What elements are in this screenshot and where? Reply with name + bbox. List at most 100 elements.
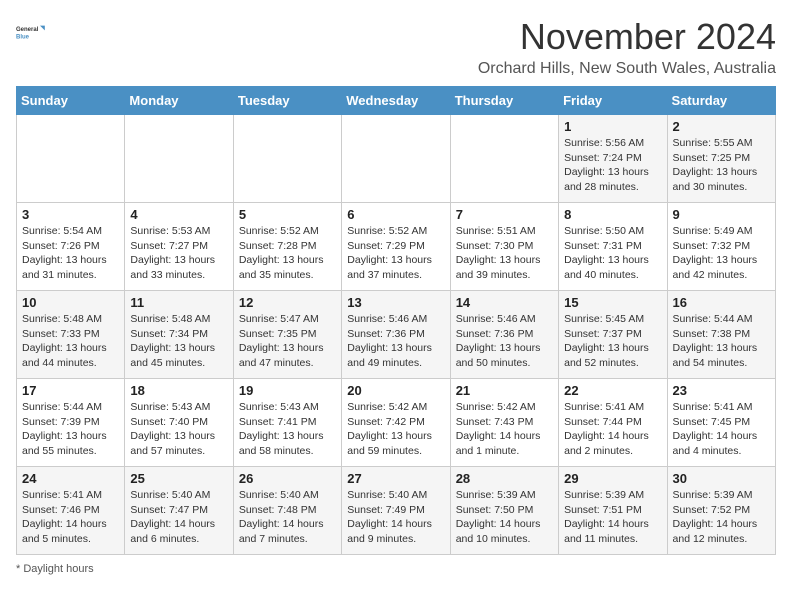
day-number: 18 (130, 383, 227, 398)
calendar-cell: 23 Sunrise: 5:41 AM Sunset: 7:45 PM Dayli… (667, 379, 775, 467)
calendar-cell: 10 Sunrise: 5:48 AM Sunset: 7:33 PM Dayli… (17, 291, 125, 379)
day-info: Sunrise: 5:54 AM Sunset: 7:26 PM Dayligh… (22, 224, 119, 283)
calendar-cell: 14Sunrise: 5:46 AM Sunset: 7:36 PM Dayli… (450, 291, 558, 379)
day-number: 3 (22, 207, 119, 222)
day-number: 28 (456, 471, 553, 486)
svg-text:Blue: Blue (16, 34, 30, 40)
day-info: Sunrise: 5:49 AM Sunset: 7:32 PM Dayligh… (673, 224, 770, 283)
calendar-week-3: 10 Sunrise: 5:48 AM Sunset: 7:33 PM Dayli… (17, 291, 776, 379)
day-info: Sunrise: 5:41 AM Sunset: 7:46 PM Dayligh… (22, 488, 119, 547)
day-number: 10 (22, 295, 119, 310)
day-number: 4 (130, 207, 227, 222)
title-block: November 2024 Orchard Hills, New South W… (478, 16, 776, 78)
location-subtitle: Orchard Hills, New South Wales, Australi… (478, 60, 776, 78)
day-number: 8 (564, 207, 661, 222)
day-number: 26 (239, 471, 336, 486)
month-title: November 2024 (478, 16, 776, 58)
day-number: 14 (456, 295, 553, 310)
calendar-week-2: 3 Sunrise: 5:54 AM Sunset: 7:26 PM Daylig… (17, 203, 776, 291)
weekday-header-sunday: Sunday (17, 87, 125, 115)
day-number: 16 (673, 295, 770, 310)
day-info: Sunrise: 5:48 AM Sunset: 7:33 PM Dayligh… (22, 312, 119, 371)
weekday-header-thursday: Thursday (450, 87, 558, 115)
weekday-header-friday: Friday (559, 87, 667, 115)
day-info: Sunrise: 5:44 AM Sunset: 7:38 PM Dayligh… (673, 312, 770, 371)
page-header: GeneralBlue November 2024 Orchard Hills,… (16, 16, 776, 78)
day-info: Sunrise: 5:52 AM Sunset: 7:28 PM Dayligh… (239, 224, 336, 283)
day-info: Sunrise: 5:45 AM Sunset: 7:37 PM Dayligh… (564, 312, 661, 371)
footer-note: * Daylight hours (16, 563, 776, 575)
day-info: Sunrise: 5:43 AM Sunset: 7:40 PM Dayligh… (130, 400, 227, 459)
calendar-cell: 19 Sunrise: 5:43 AM Sunset: 7:41 PM Dayli… (233, 379, 341, 467)
day-info: Sunrise: 5:42 AM Sunset: 7:43 PM Dayligh… (456, 400, 553, 459)
calendar-cell: 1 Sunrise: 5:56 AM Sunset: 7:24 PM Daylig… (559, 115, 667, 203)
calendar-week-5: 24 Sunrise: 5:41 AM Sunset: 7:46 PM Dayli… (17, 467, 776, 555)
day-info: Sunrise: 5:39 AM Sunset: 7:50 PM Dayligh… (456, 488, 553, 547)
calendar-cell: 20 Sunrise: 5:42 AM Sunset: 7:42 PM Dayli… (342, 379, 450, 467)
day-number: 30 (673, 471, 770, 486)
calendar-cell: 16 Sunrise: 5:44 AM Sunset: 7:38 PM Dayli… (667, 291, 775, 379)
calendar-cell: 2 Sunrise: 5:55 AM Sunset: 7:25 PM Daylig… (667, 115, 775, 203)
calendar-cell: 8 Sunrise: 5:50 AM Sunset: 7:31 PM Daylig… (559, 203, 667, 291)
day-info: Sunrise: 5:41 AM Sunset: 7:45 PM Dayligh… (673, 400, 770, 459)
day-info: Sunrise: 5:43 AM Sunset: 7:41 PM Dayligh… (239, 400, 336, 459)
calendar-cell: 25 Sunrise: 5:40 AM Sunset: 7:47 PM Dayli… (125, 467, 233, 555)
day-number: 23 (673, 383, 770, 398)
day-info: Sunrise: 5:46 AM Sunset: 7:36 PM Dayligh… (347, 312, 444, 371)
day-info: Sunrise: 5:40 AM Sunset: 7:49 PM Dayligh… (347, 488, 444, 547)
day-number: 6 (347, 207, 444, 222)
day-number: 25 (130, 471, 227, 486)
day-info: Sunrise: 5:40 AM Sunset: 7:48 PM Dayligh… (239, 488, 336, 547)
day-number: 5 (239, 207, 336, 222)
calendar-cell (125, 115, 233, 203)
calendar-cell: 22Sunrise: 5:41 AM Sunset: 7:44 PM Dayli… (559, 379, 667, 467)
calendar-table: SundayMondayTuesdayWednesdayThursdayFrid… (16, 86, 776, 555)
calendar-cell: 9 Sunrise: 5:49 AM Sunset: 7:32 PM Daylig… (667, 203, 775, 291)
calendar-cell: 11 Sunrise: 5:48 AM Sunset: 7:34 PM Dayli… (125, 291, 233, 379)
day-info: Sunrise: 5:55 AM Sunset: 7:25 PM Dayligh… (673, 136, 770, 195)
weekday-header-row: SundayMondayTuesdayWednesdayThursdayFrid… (17, 87, 776, 115)
day-number: 19 (239, 383, 336, 398)
day-info: Sunrise: 5:48 AM Sunset: 7:34 PM Dayligh… (130, 312, 227, 371)
day-number: 9 (673, 207, 770, 222)
svg-text:General: General (16, 27, 39, 33)
day-number: 1 (564, 119, 661, 134)
calendar-cell (233, 115, 341, 203)
calendar-cell: 13Sunrise: 5:46 AM Sunset: 7:36 PM Dayli… (342, 291, 450, 379)
day-number: 11 (130, 295, 227, 310)
day-info: Sunrise: 5:42 AM Sunset: 7:42 PM Dayligh… (347, 400, 444, 459)
calendar-cell: 5 Sunrise: 5:52 AM Sunset: 7:28 PM Daylig… (233, 203, 341, 291)
calendar-cell: 26 Sunrise: 5:40 AM Sunset: 7:48 PM Dayli… (233, 467, 341, 555)
weekday-header-monday: Monday (125, 87, 233, 115)
logo-icon: GeneralBlue (16, 16, 48, 48)
day-info: Sunrise: 5:51 AM Sunset: 7:30 PM Dayligh… (456, 224, 553, 283)
calendar-week-4: 17Sunrise: 5:44 AM Sunset: 7:39 PM Dayli… (17, 379, 776, 467)
day-number: 17 (22, 383, 119, 398)
day-number: 21 (456, 383, 553, 398)
day-number: 2 (673, 119, 770, 134)
day-info: Sunrise: 5:52 AM Sunset: 7:29 PM Dayligh… (347, 224, 444, 283)
day-info: Sunrise: 5:53 AM Sunset: 7:27 PM Dayligh… (130, 224, 227, 283)
calendar-cell: 15Sunrise: 5:45 AM Sunset: 7:37 PM Dayli… (559, 291, 667, 379)
calendar-cell: 21 Sunrise: 5:42 AM Sunset: 7:43 PM Dayli… (450, 379, 558, 467)
calendar-cell: 7Sunrise: 5:51 AM Sunset: 7:30 PM Daylig… (450, 203, 558, 291)
day-number: 20 (347, 383, 444, 398)
calendar-cell: 28 Sunrise: 5:39 AM Sunset: 7:50 PM Dayli… (450, 467, 558, 555)
weekday-header-wednesday: Wednesday (342, 87, 450, 115)
day-info: Sunrise: 5:56 AM Sunset: 7:24 PM Dayligh… (564, 136, 661, 195)
logo: GeneralBlue (16, 16, 48, 48)
weekday-header-tuesday: Tuesday (233, 87, 341, 115)
day-info: Sunrise: 5:39 AM Sunset: 7:52 PM Dayligh… (673, 488, 770, 547)
day-info: Sunrise: 5:40 AM Sunset: 7:47 PM Dayligh… (130, 488, 227, 547)
calendar-cell: 30 Sunrise: 5:39 AM Sunset: 7:52 PM Dayli… (667, 467, 775, 555)
weekday-header-saturday: Saturday (667, 87, 775, 115)
calendar-week-1: 1 Sunrise: 5:56 AM Sunset: 7:24 PM Daylig… (17, 115, 776, 203)
calendar-cell: 18 Sunrise: 5:43 AM Sunset: 7:40 PM Dayli… (125, 379, 233, 467)
day-number: 24 (22, 471, 119, 486)
day-info: Sunrise: 5:47 AM Sunset: 7:35 PM Dayligh… (239, 312, 336, 371)
calendar-cell: 6 Sunrise: 5:52 AM Sunset: 7:29 PM Daylig… (342, 203, 450, 291)
day-number: 27 (347, 471, 444, 486)
calendar-cell (17, 115, 125, 203)
day-number: 12 (239, 295, 336, 310)
day-info: Sunrise: 5:50 AM Sunset: 7:31 PM Dayligh… (564, 224, 661, 283)
